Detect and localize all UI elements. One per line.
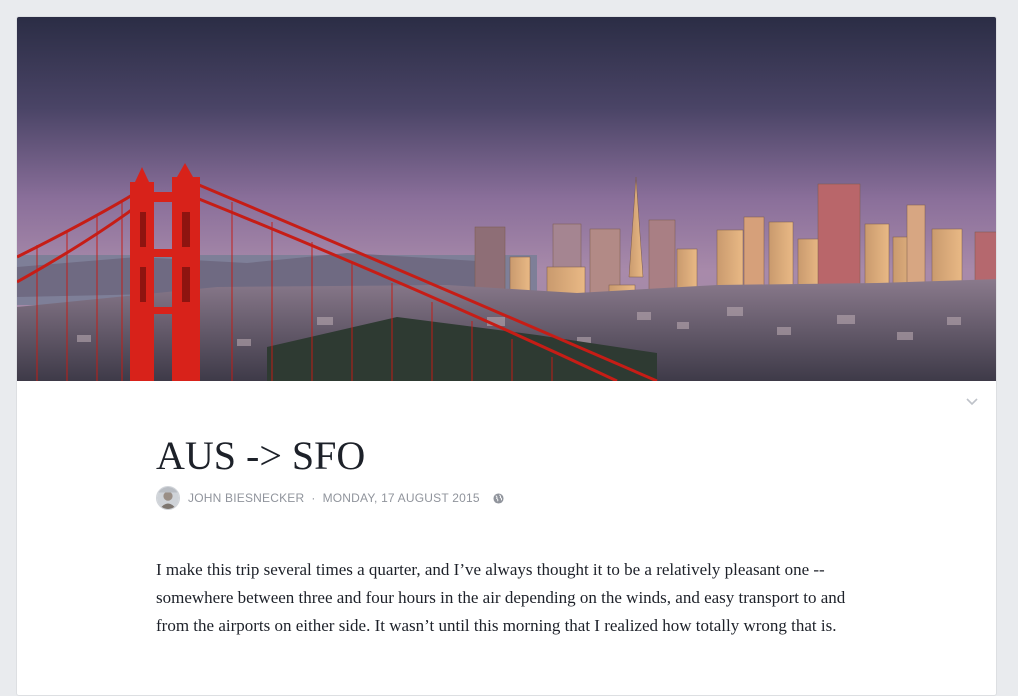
author-avatar[interactable] [156,486,180,510]
cover-image [17,17,996,381]
chevron-down-icon[interactable] [965,397,979,407]
author-name[interactable]: JOHN BIESNECKER [188,491,304,505]
post-card: AUS -> SFO JOHN BIESNECKER · MONDAY, 17 … [16,16,997,696]
post-date[interactable]: MONDAY, 17 AUGUST 2015 [323,491,480,505]
post-meta: JOHN BIESNECKER · MONDAY, 17 AUGUST 2015 [156,485,504,511]
meta-separator: · [311,491,316,505]
globe-icon[interactable] [493,492,504,504]
post-body: I make this trip several times a quarter… [156,560,846,635]
post-title: AUS -> SFO [156,433,366,478]
